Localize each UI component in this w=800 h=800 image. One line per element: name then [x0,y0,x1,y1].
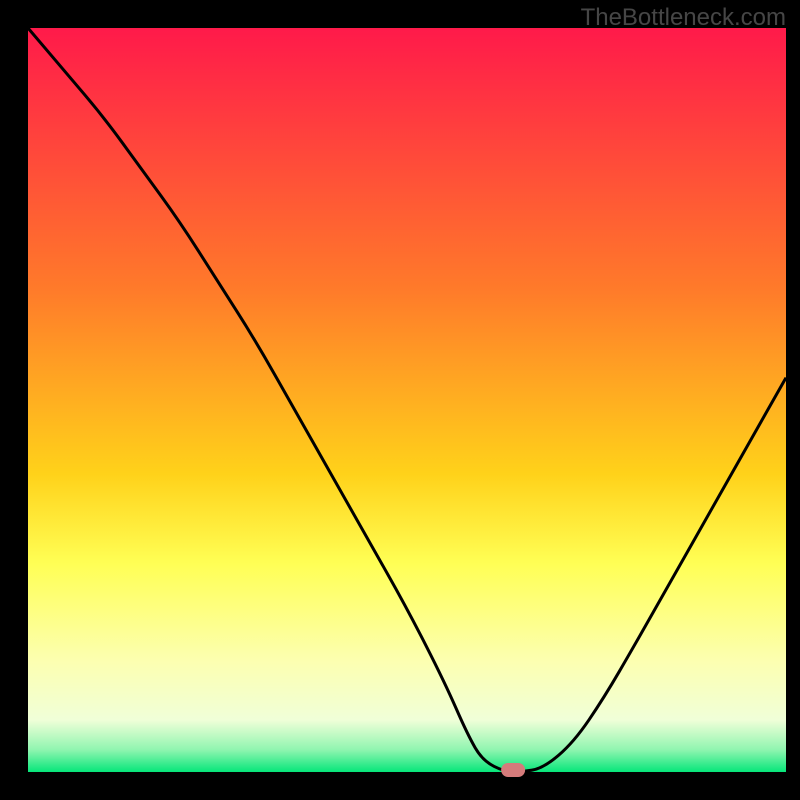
optimum-marker [501,763,525,777]
watermark-text: TheBottleneck.com [581,4,786,32]
chart-svg [0,0,800,800]
chart-frame: { "watermark": { "text": "TheBottleneck.… [0,0,800,800]
plot-area [28,28,786,772]
